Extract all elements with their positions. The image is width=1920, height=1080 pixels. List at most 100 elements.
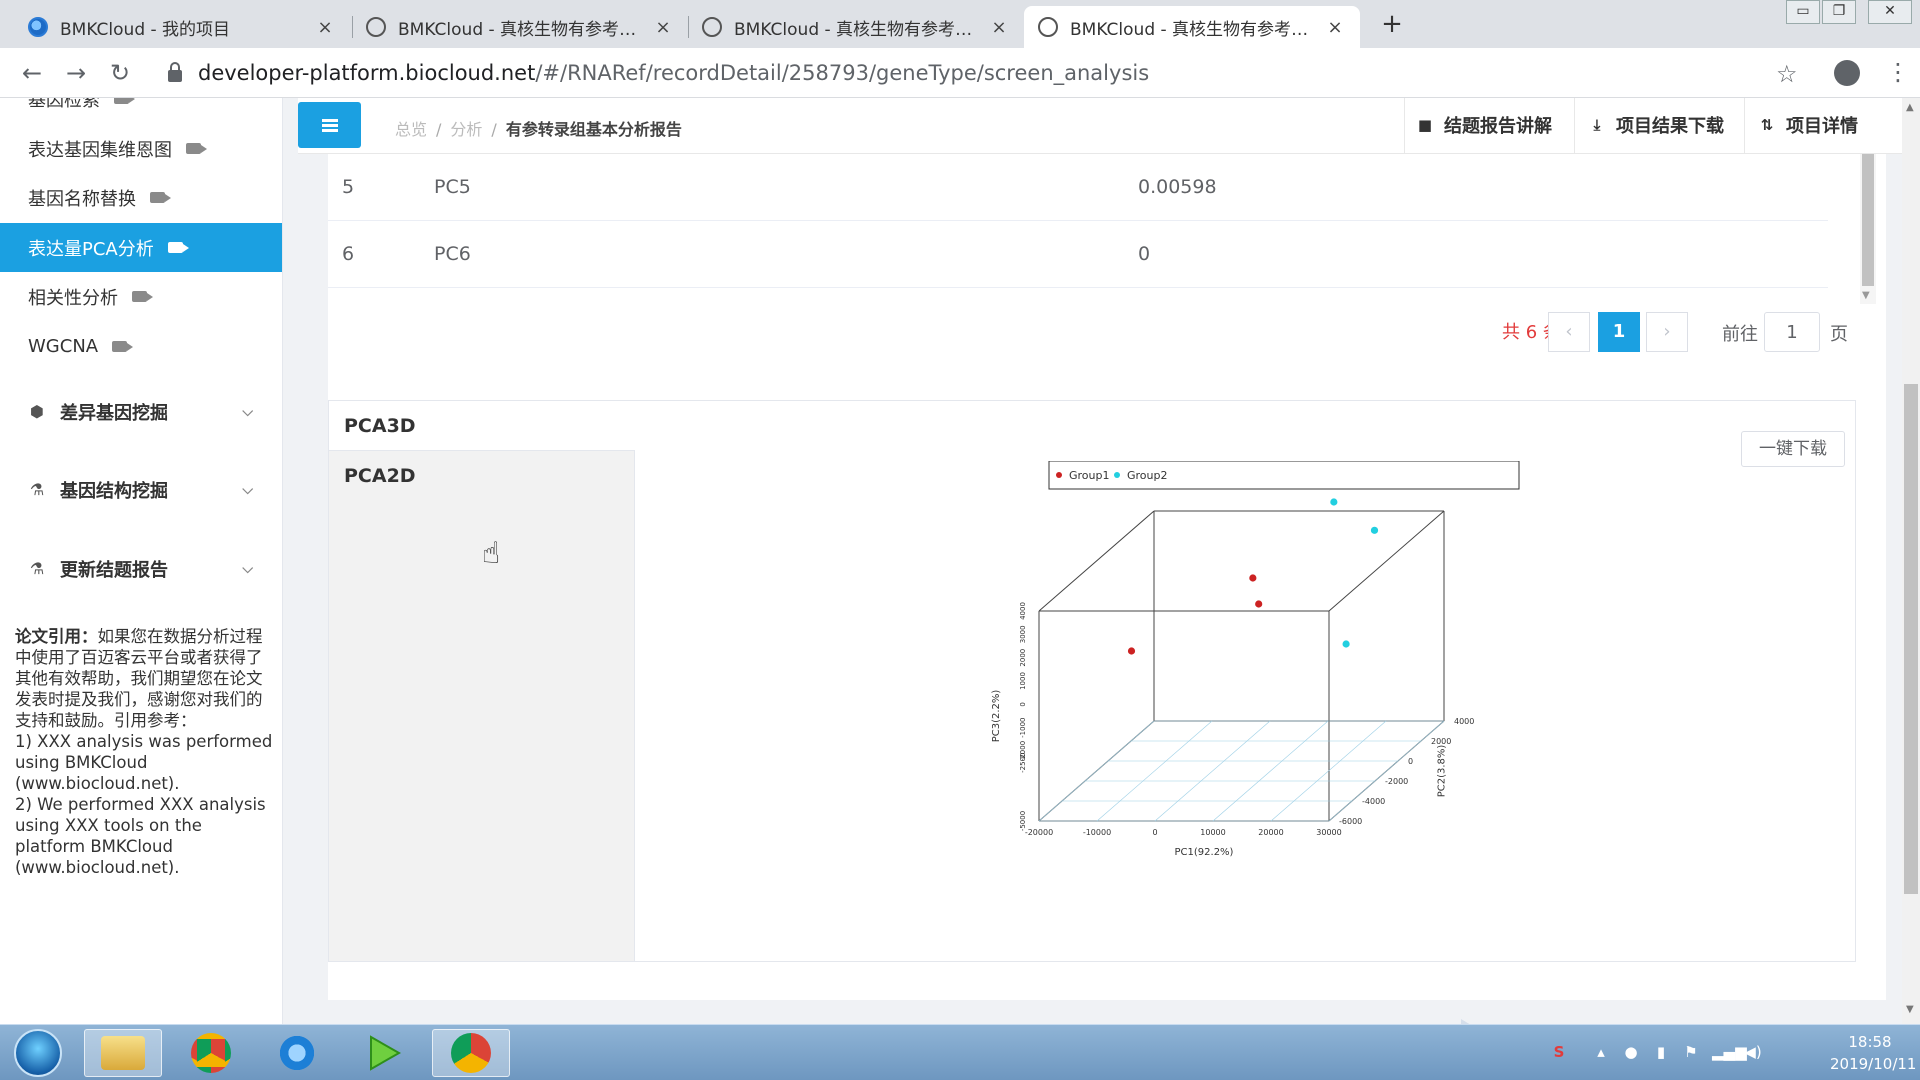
table-row: 6 PC6 0 xyxy=(328,221,1828,288)
browser-tab-4-active[interactable]: BMKCloud - 真核生物有参考基因组转录组 × xyxy=(1024,6,1360,48)
y-axis-label: PC2(3.8%) xyxy=(1437,745,1448,798)
clock-date: 2019/10/11 xyxy=(1830,1055,1917,1073)
globe-icon xyxy=(1038,17,1058,37)
tab-close-icon[interactable]: × xyxy=(988,17,1010,38)
qq-penguin-icon[interactable]: ● xyxy=(1622,1043,1640,1061)
sidebar-group-gene-structure[interactable]: ⚗ 基因结构挖掘 ⌵ xyxy=(0,465,282,515)
restore-window-icon[interactable]: ❐ xyxy=(1822,0,1856,24)
browser-tab-2[interactable]: BMKCloud - 真核生物有参考基因组转录组 × xyxy=(352,6,688,48)
taskbar-file-explorer[interactable] xyxy=(84,1029,162,1077)
pagination-page-1[interactable]: 1 xyxy=(1598,312,1640,352)
internet-explorer-icon xyxy=(277,1033,317,1073)
url-field[interactable]: developer-platform.biocloud.net/#/RNARef… xyxy=(168,56,1149,90)
citation-ref-2: 2) We performed XXX analysis using XXX t… xyxy=(15,795,266,877)
breadcrumb-analysis[interactable]: 分析 xyxy=(450,120,482,139)
menu-toggle-button[interactable] xyxy=(298,102,361,148)
table-scrollbar-thumb[interactable] xyxy=(1862,154,1874,286)
video-icon: ■ xyxy=(1417,116,1433,134)
sidebar-group-label: 更新结题报告 xyxy=(60,560,168,581)
browser-tab-3[interactable]: BMKCloud - 真核生物有参考基因组转录组 × xyxy=(688,6,1024,48)
sidebar-item-venn[interactable]: 表达基因集维恩图 xyxy=(0,124,282,173)
citation-note: 论文引用：如果您在数据分析过程中使用了百迈客云平台或者获得了其他有效帮助，我们期… xyxy=(15,626,273,878)
pc-name: PC6 xyxy=(434,243,471,265)
page: 基因检索 表达基因集维恩图 基因名称替换 表达量PCA分析 相关性分析 WGCN… xyxy=(0,98,1920,1024)
sidebar-item-correlation[interactable]: 相关性分析 xyxy=(0,272,282,321)
taskbar-ie[interactable] xyxy=(258,1029,336,1077)
citation-ref-1: 1) XXX analysis was performed using BMKC… xyxy=(15,732,273,793)
browser-tab-1[interactable]: BMKCloud - 我的项目 × xyxy=(14,6,350,48)
video-icon xyxy=(112,341,134,352)
sidebar-item-label: 表达基因集维恩图 xyxy=(28,139,172,161)
pagination-prev-button[interactable]: ‹ xyxy=(1548,312,1590,352)
system-clock[interactable]: 18:58 2019/10/11 xyxy=(1830,1031,1917,1075)
sidebar-group-label: 基因结构挖掘 xyxy=(60,481,168,502)
sidebar-group-update-report[interactable]: ⚗ 更新结题报告 ⌵ xyxy=(0,544,282,594)
group2-point xyxy=(1370,526,1379,534)
sidebar-group-diff-genes[interactable]: ⬢ 差异基因挖掘 ⌵ xyxy=(0,387,282,437)
box-edge xyxy=(1328,510,1445,612)
group1-point xyxy=(1255,600,1263,608)
reload-button[interactable]: ↻ xyxy=(104,58,136,90)
sogou-input-icon[interactable]: S xyxy=(1550,1043,1568,1061)
forward-button[interactable]: → xyxy=(60,58,92,90)
pagination-next-button[interactable]: › xyxy=(1646,312,1688,352)
sidebar-group-label: 差异基因挖掘 xyxy=(60,403,168,424)
show-hidden-icons-icon[interactable]: ▴ xyxy=(1592,1043,1610,1061)
page-scrollbar[interactable]: ▲ ▼ xyxy=(1902,98,1920,1024)
pca-3d-svg: -20000 -10000 0 10000 20000 30000-6000-4000-2… xyxy=(991,460,1520,858)
new-tab-button[interactable]: + xyxy=(1376,8,1408,40)
tab-close-icon[interactable]: × xyxy=(1324,17,1346,38)
bookmark-star-icon[interactable]: ☆ xyxy=(1776,60,1798,88)
z-tick-label: 3000 xyxy=(1019,625,1027,643)
taskbar-chrome-active[interactable] xyxy=(432,1029,510,1077)
sidebar-item-pca[interactable]: 表达量PCA分析 xyxy=(0,223,282,272)
volume-icon[interactable]: ◀) xyxy=(1744,1043,1762,1061)
network-signal-icon[interactable]: ▂▄▆ xyxy=(1712,1043,1747,1061)
account-icon[interactable] xyxy=(1834,60,1860,86)
pca-tab-list: PCA3D PCA2D xyxy=(329,401,635,961)
taskbar-media-player[interactable] xyxy=(344,1029,422,1077)
scroll-down-arrow-icon[interactable]: ▼ xyxy=(1906,1004,1914,1015)
report-explain-button[interactable]: ■ 结题报告讲解 xyxy=(1416,110,1552,140)
hand-cursor-icon: ☝ xyxy=(482,536,501,571)
browser-menu-icon[interactable]: ⋮ xyxy=(1886,58,1910,86)
page-scrollbar-thumb[interactable] xyxy=(1904,384,1918,894)
clock-time: 18:58 xyxy=(1848,1033,1892,1051)
tab-pca2d[interactable]: PCA2D xyxy=(329,451,635,501)
sidebar-item-gene-rename[interactable]: 基因名称替换 xyxy=(0,173,282,222)
y-tick-label: -2000 xyxy=(1385,777,1408,786)
pc-index: 6 xyxy=(342,243,355,265)
z-tick-label: -1000 xyxy=(1019,717,1027,737)
pagination-goto-input[interactable] xyxy=(1764,312,1820,352)
sort-icon: ⇅ xyxy=(1760,116,1774,134)
sidebar-item-gene-search[interactable]: 基因检索 xyxy=(0,98,282,123)
minimize-window-icon[interactable]: ▭ xyxy=(1786,0,1820,24)
y-tick-label: 2000 xyxy=(1431,737,1451,746)
start-button-icon[interactable] xyxy=(14,1029,62,1077)
chrome-icon xyxy=(451,1033,491,1073)
x-tick-label: 0 xyxy=(1152,828,1157,837)
back-button[interactable]: ← xyxy=(16,58,48,90)
project-details-button[interactable]: ⇅ 项目详情 xyxy=(1758,110,1858,140)
chevron-down-icon: ⌵ xyxy=(242,482,253,498)
taskbar-chrome[interactable] xyxy=(172,1029,250,1077)
one-click-download-button[interactable]: 一键下载 xyxy=(1741,431,1845,467)
media-player-icon xyxy=(370,1035,402,1071)
battery-icon[interactable]: ▮ xyxy=(1652,1043,1670,1061)
download-results-button[interactable]: ⤓ 项目结果下载 xyxy=(1588,110,1724,140)
scroll-up-arrow-icon[interactable]: ▲ xyxy=(1906,102,1914,113)
pc-value: 0.00598 xyxy=(1138,176,1217,198)
sidebar: 基因检索 表达基因集维恩图 基因名称替换 表达量PCA分析 相关性分析 WGCN… xyxy=(0,98,283,1024)
close-window-icon[interactable]: ✕ xyxy=(1868,0,1912,24)
report-explain-label: 结题报告讲解 xyxy=(1444,116,1552,137)
sidebar-item-wgcna[interactable]: WGCNA xyxy=(0,322,282,371)
top-bar: 总览 / 分析 / 有参转录组基本分析报告 ■ 结题报告讲解 ⤓ 项目结果下载 ⇅ 项目… xyxy=(298,98,1902,154)
z-tick-label: 1000 xyxy=(1019,672,1027,690)
windows-taskbar: S ▴ ● ▮ ⚑ ▂▄▆ ◀) 18:58 2019/10/11 xyxy=(0,1024,1920,1080)
tab-close-icon[interactable]: × xyxy=(314,17,336,38)
scroll-down-arrow-icon[interactable]: ▼ xyxy=(1862,290,1870,301)
breadcrumb-overview[interactable]: 总览 xyxy=(395,120,427,139)
action-center-flag-icon[interactable]: ⚑ xyxy=(1682,1043,1700,1061)
tab-close-icon[interactable]: × xyxy=(652,17,674,38)
tab-pca3d[interactable]: PCA3D xyxy=(329,401,635,451)
